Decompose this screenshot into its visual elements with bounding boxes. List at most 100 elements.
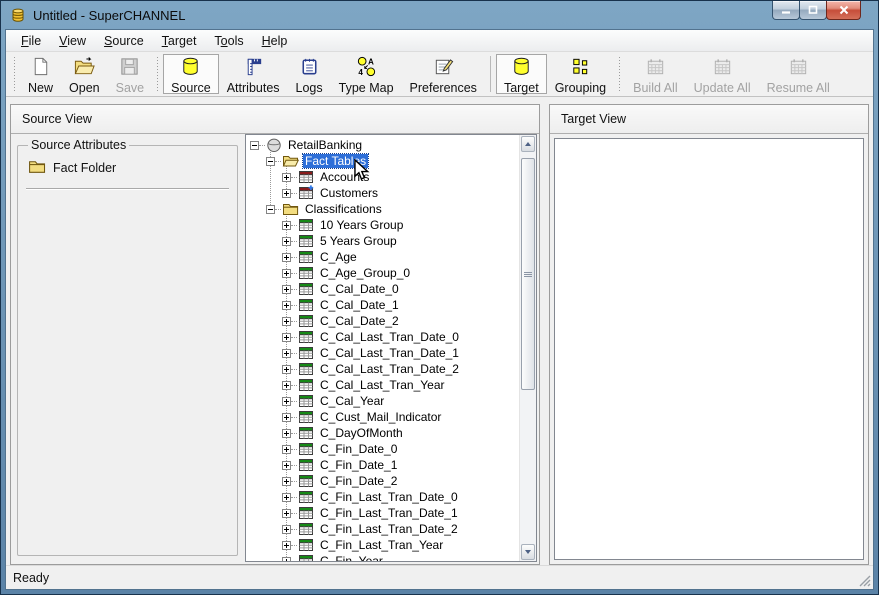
- tree-item-c-age[interactable]: C_Age: [246, 249, 519, 265]
- tree-item-c-fin-date-2[interactable]: C_Fin_Date_2: [246, 473, 519, 489]
- tree-item-label[interactable]: C_Cal_Last_Tran_Date_0: [318, 330, 461, 344]
- source-button[interactable]: Source: [163, 54, 219, 94]
- tree-item-label[interactable]: C_Fin_Last_Tran_Date_1: [318, 506, 460, 520]
- tree-item-c-cal-last-tran-year[interactable]: C_Cal_Last_Tran_Year: [246, 377, 519, 393]
- tree-item-accounts[interactable]: Accounts: [246, 169, 519, 185]
- tree-item-c-fin-last-tran-date-2[interactable]: C_Fin_Last_Tran_Date_2: [246, 521, 519, 537]
- tree-item-label[interactable]: C_Fin_Date_2: [318, 474, 399, 488]
- scrollbar-up-button[interactable]: [521, 136, 535, 152]
- tree-expander-plus-icon[interactable]: [282, 397, 291, 406]
- scrollbar-thumb[interactable]: [521, 158, 535, 390]
- save-button[interactable]: Save: [108, 54, 153, 94]
- tree-item-c-cal-last-tran-date-1[interactable]: C_Cal_Last_Tran_Date_1: [246, 345, 519, 361]
- tree-item-retailbanking[interactable]: RetailBanking: [246, 137, 519, 153]
- tree-item-label[interactable]: C_Fin_Last_Tran_Year: [318, 538, 445, 552]
- tree-expander-plus-icon[interactable]: [282, 525, 291, 534]
- tree-expander-plus-icon[interactable]: [282, 413, 291, 422]
- maximize-button[interactable]: [799, 1, 827, 20]
- tree-expander-plus-icon[interactable]: [282, 461, 291, 470]
- tree-item-c-cust-mail-indicator[interactable]: C_Cust_Mail_Indicator: [246, 409, 519, 425]
- tree-expander-plus-icon[interactable]: [282, 493, 291, 502]
- menu-item-source[interactable]: Source: [95, 30, 153, 51]
- tree-expander-plus-icon[interactable]: [282, 381, 291, 390]
- tree-item-label[interactable]: RetailBanking: [286, 138, 364, 152]
- minimize-button[interactable]: [772, 1, 800, 20]
- tree-item-label[interactable]: C_Age_Group_0: [318, 266, 412, 280]
- tree-expander-plus-icon[interactable]: [282, 317, 291, 326]
- tree-item-label[interactable]: Customers: [318, 186, 380, 200]
- preferences-button[interactable]: Preferences: [402, 54, 485, 94]
- tree-expander-plus-icon[interactable]: [282, 429, 291, 438]
- tree-expander-plus-icon[interactable]: [282, 477, 291, 486]
- tree-item-customers[interactable]: Customers: [246, 185, 519, 201]
- open-button[interactable]: Open: [61, 54, 108, 94]
- tree-expander-minus-icon[interactable]: [250, 141, 259, 150]
- tree-item-label[interactable]: C_Fin_Date_1: [318, 458, 399, 472]
- tree-item-classifications[interactable]: Classifications: [246, 201, 519, 217]
- tree-item-label[interactable]: C_Cal_Last_Tran_Year: [318, 378, 447, 392]
- tree-item-c-age-group-0[interactable]: C_Age_Group_0: [246, 265, 519, 281]
- tree-expander-minus-icon[interactable]: [266, 157, 275, 166]
- fact-folder-item[interactable]: Fact Folder: [28, 158, 229, 178]
- attributes-button[interactable]: Attributes: [219, 54, 288, 94]
- tree-item-c-cal-year[interactable]: C_Cal_Year: [246, 393, 519, 409]
- grouping-button[interactable]: Grouping: [547, 54, 614, 94]
- new-button[interactable]: New: [20, 54, 61, 94]
- scrollbar-down-button[interactable]: [521, 544, 535, 560]
- tree-item-label[interactable]: Fact Tables: [303, 154, 368, 168]
- target-view-area[interactable]: [554, 138, 864, 560]
- tree-item-label[interactable]: Classifications: [303, 202, 384, 216]
- menu-item-tools[interactable]: Tools: [205, 30, 252, 51]
- tree-item-10-years-group[interactable]: 10 Years Group: [246, 217, 519, 233]
- tree-item-label[interactable]: C_DayOfMonth: [318, 426, 405, 440]
- tree-expander-plus-icon[interactable]: [282, 269, 291, 278]
- tree-item-label[interactable]: C_Cal_Year: [318, 394, 386, 408]
- tree-item-label[interactable]: C_Cal_Date_1: [318, 298, 401, 312]
- menu-item-file[interactable]: File: [12, 30, 50, 51]
- tree-item-label[interactable]: C_Cal_Date_0: [318, 282, 401, 296]
- tree-expander-plus-icon[interactable]: [282, 285, 291, 294]
- tree-item-c-fin-last-tran-date-0[interactable]: C_Fin_Last_Tran_Date_0: [246, 489, 519, 505]
- tree-item-label[interactable]: 10 Years Group: [318, 218, 405, 232]
- tree-expander-plus-icon[interactable]: [282, 557, 291, 562]
- title-bar[interactable]: Untitled - SuperCHANNEL: [1, 1, 878, 29]
- tree-item-5-years-group[interactable]: 5 Years Group: [246, 233, 519, 249]
- tree-item-label[interactable]: C_Cal_Date_2: [318, 314, 401, 328]
- tree-expander-plus-icon[interactable]: [282, 189, 291, 198]
- build-all-button[interactable]: Build All: [625, 54, 685, 94]
- tree-item-c-fin-last-tran-year[interactable]: C_Fin_Last_Tran_Year: [246, 537, 519, 553]
- tree-item-c-fin-last-tran-date-1[interactable]: C_Fin_Last_Tran_Date_1: [246, 505, 519, 521]
- target-button[interactable]: Target: [496, 54, 547, 94]
- tree-expander-minus-icon[interactable]: [266, 205, 275, 214]
- tree-item-c-cal-last-tran-date-2[interactable]: C_Cal_Last_Tran_Date_2: [246, 361, 519, 377]
- tree-expander-plus-icon[interactable]: [282, 253, 291, 262]
- tree-expander-plus-icon[interactable]: [282, 541, 291, 550]
- menu-item-help[interactable]: Help: [253, 30, 297, 51]
- resize-grip[interactable]: [858, 574, 871, 587]
- tree-item-c-fin-date-1[interactable]: C_Fin_Date_1: [246, 457, 519, 473]
- resume-all-button[interactable]: Resume All: [759, 54, 838, 94]
- tree-expander-plus-icon[interactable]: [282, 349, 291, 358]
- tree-expander-plus-icon[interactable]: [282, 509, 291, 518]
- close-button[interactable]: [826, 1, 861, 20]
- tree-item-label[interactable]: Accounts: [318, 170, 371, 184]
- tree-item-label[interactable]: C_Fin_Last_Tran_Date_2: [318, 522, 460, 536]
- tree-expander-plus-icon[interactable]: [282, 365, 291, 374]
- tree-expander-plus-icon[interactable]: [282, 445, 291, 454]
- tree-item-label[interactable]: C_Fin_Year: [318, 554, 385, 561]
- tree-expander-plus-icon[interactable]: [282, 237, 291, 246]
- tree-item-label[interactable]: C_Cal_Last_Tran_Date_2: [318, 362, 461, 376]
- menu-item-view[interactable]: View: [50, 30, 95, 51]
- type-map-button[interactable]: A4Type Map: [331, 54, 402, 94]
- tree-item-c-dayofmonth[interactable]: C_DayOfMonth: [246, 425, 519, 441]
- tree-item-c-fin-year[interactable]: C_Fin_Year: [246, 553, 519, 561]
- tree-expander-plus-icon[interactable]: [282, 301, 291, 310]
- tree-expander-plus-icon[interactable]: [282, 221, 291, 230]
- tree-item-label[interactable]: 5 Years Group: [318, 234, 399, 248]
- tree-item-fact-tables[interactable]: Fact Tables: [246, 153, 519, 169]
- tree-item-label[interactable]: C_Fin_Last_Tran_Date_0: [318, 490, 460, 504]
- tree-item-c-cal-date-0[interactable]: C_Cal_Date_0: [246, 281, 519, 297]
- tree-item-label[interactable]: C_Cust_Mail_Indicator: [318, 410, 443, 424]
- tree-expander-plus-icon[interactable]: [282, 173, 291, 182]
- tree-scrollbar[interactable]: [519, 135, 536, 561]
